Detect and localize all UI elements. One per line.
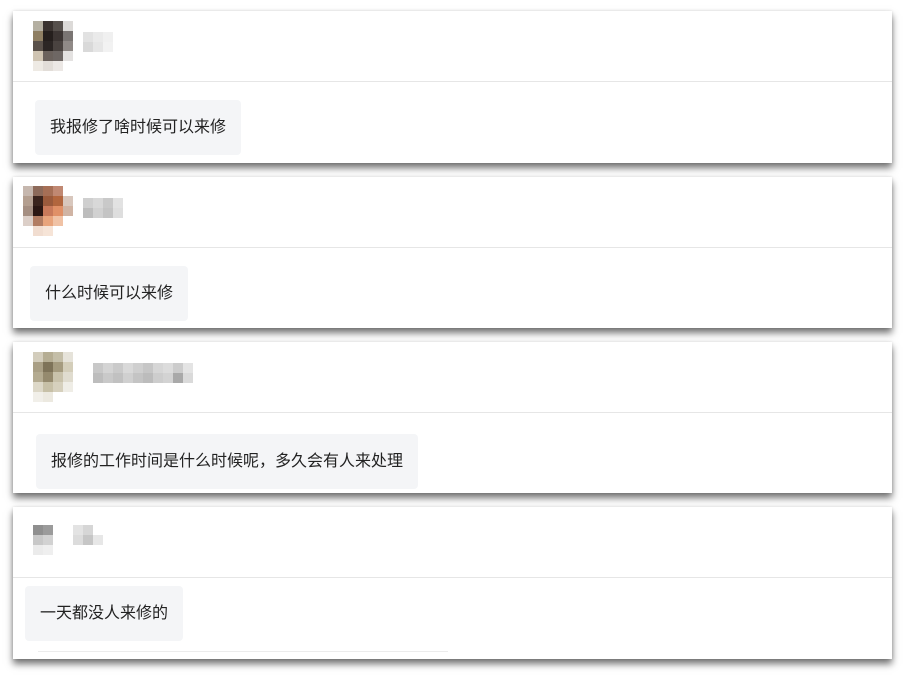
divider [38, 651, 448, 652]
comment-header [13, 177, 892, 248]
comment-text: 报修的工作时间是什么时候呢，多久会有人来处理 [36, 434, 419, 489]
comment-card: 什么时候可以来修 [13, 177, 892, 328]
avatar[interactable] [33, 21, 73, 71]
comment-text: 一天都没人来修的 [25, 586, 184, 641]
username[interactable] [73, 525, 103, 545]
comment-text: 我报修了啥时候可以来修 [35, 100, 242, 155]
comment-text: 什么时候可以来修 [30, 266, 189, 321]
username[interactable] [83, 198, 123, 218]
comment-header [13, 507, 892, 578]
username[interactable] [83, 32, 113, 52]
comment-header [13, 11, 892, 82]
comment-header [13, 342, 892, 413]
comment-card: 报修的工作时间是什么时候呢，多久会有人来处理 [13, 342, 892, 493]
comment-card: 我报修了啥时候可以来修 [13, 11, 892, 163]
comment-card: 一天都没人来修的 [13, 507, 892, 659]
username[interactable] [93, 363, 193, 383]
avatar[interactable] [23, 186, 73, 236]
avatar[interactable] [33, 525, 53, 555]
avatar[interactable] [33, 352, 73, 402]
